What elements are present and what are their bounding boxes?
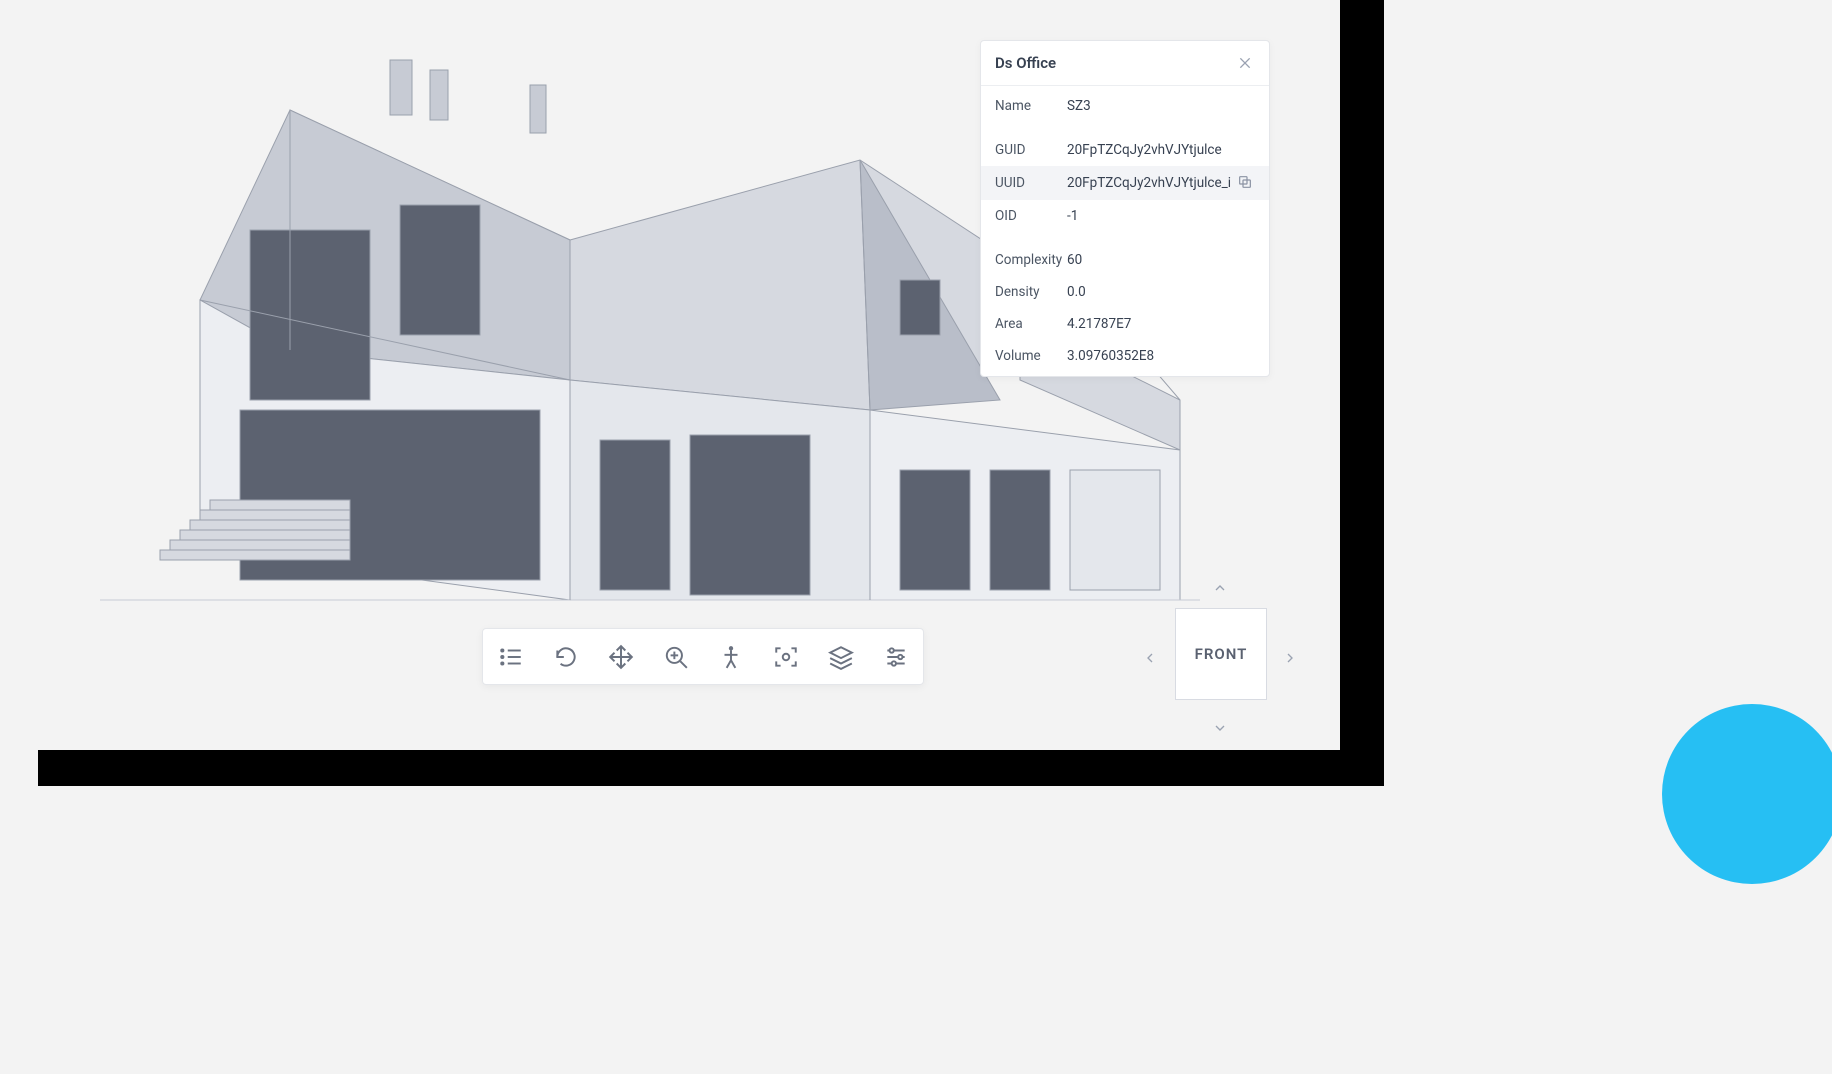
property-label: Area xyxy=(995,316,1067,332)
property-row: Complexity60 xyxy=(981,244,1269,276)
chevron-down-icon[interactable] xyxy=(1210,718,1230,738)
property-value: -1 xyxy=(1067,208,1255,224)
property-label: GUID xyxy=(995,142,1067,158)
property-row: Area4.21787E7 xyxy=(981,308,1269,340)
property-value: 0.0 xyxy=(1067,284,1255,300)
chevron-left-icon[interactable] xyxy=(1140,648,1160,668)
sliders-icon[interactable] xyxy=(868,629,923,684)
view-cube: FRONT xyxy=(1140,578,1300,738)
pan-icon[interactable] xyxy=(593,629,648,684)
decor-circle xyxy=(1662,704,1832,884)
property-label: UUID xyxy=(995,175,1067,191)
property-label: Density xyxy=(995,284,1067,300)
property-label: Volume xyxy=(995,348,1067,364)
panel-title: Ds Office xyxy=(995,54,1056,72)
layers-icon[interactable] xyxy=(813,629,868,684)
person-icon[interactable] xyxy=(703,629,758,684)
property-label: Name xyxy=(995,98,1067,114)
properties-panel: Ds Office NameSZ3GUID20FpTZCqJy2vhVJYtju… xyxy=(980,40,1270,377)
property-row: GUID20FpTZCqJy2vhVJYtjulce xyxy=(981,134,1269,166)
property-row: Volume3.09760352E8 xyxy=(981,340,1269,372)
property-row: NameSZ3 xyxy=(981,90,1269,122)
copy-icon[interactable] xyxy=(1237,174,1255,192)
toolbar xyxy=(482,628,924,685)
property-value: 20FpTZCqJy2vhVJYtjulce xyxy=(1067,142,1255,158)
property-row: OID-1 xyxy=(981,200,1269,232)
panel-body: NameSZ3GUID20FpTZCqJy2vhVJYtjulceUUID20F… xyxy=(981,86,1269,376)
focus-icon[interactable] xyxy=(758,629,813,684)
orbit-icon[interactable] xyxy=(538,629,593,684)
chevron-up-icon[interactable] xyxy=(1210,578,1230,598)
property-label: Complexity xyxy=(995,252,1067,268)
property-row: Density0.0 xyxy=(981,276,1269,308)
list-icon[interactable] xyxy=(483,629,538,684)
property-value: 60 xyxy=(1067,252,1255,268)
property-value: 3.09760352E8 xyxy=(1067,348,1255,364)
property-label: OID xyxy=(995,208,1067,224)
zoom-icon[interactable] xyxy=(648,629,703,684)
property-value: 4.21787E7 xyxy=(1067,316,1255,332)
close-icon[interactable] xyxy=(1235,53,1255,73)
cube-face-front[interactable]: FRONT xyxy=(1175,608,1267,700)
chevron-right-icon[interactable] xyxy=(1280,648,1300,668)
property-value: SZ3 xyxy=(1067,98,1255,114)
property-row: UUID20FpTZCqJy2vhVJYtjulce_i xyxy=(981,166,1269,200)
property-value: 20FpTZCqJy2vhVJYtjulce_i xyxy=(1067,175,1237,191)
